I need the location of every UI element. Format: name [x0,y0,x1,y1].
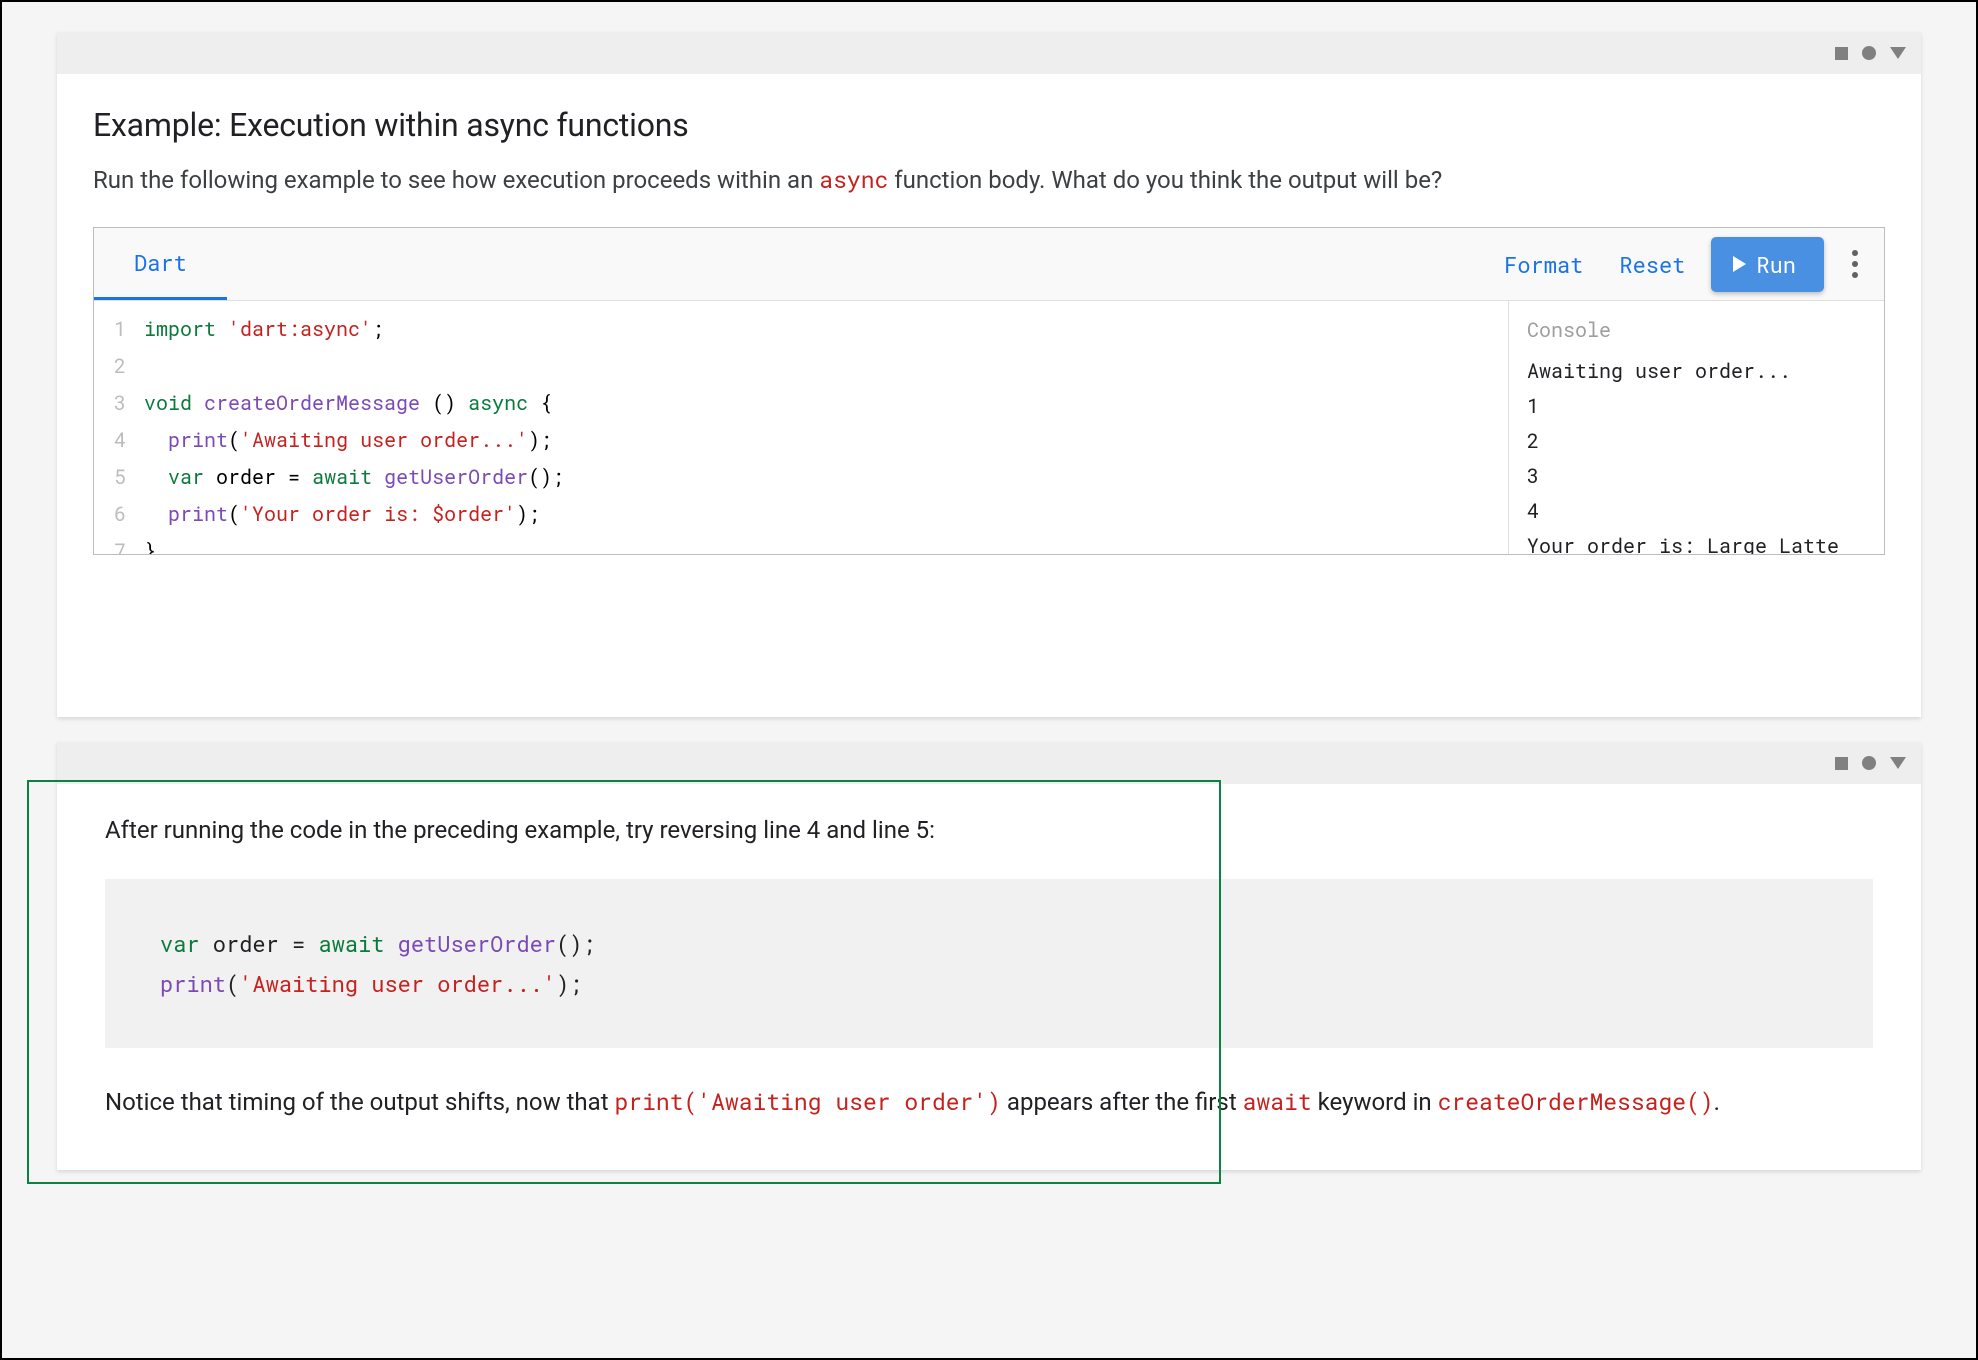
format-button[interactable]: Format [1486,238,1601,291]
console-line: 2 [1527,424,1866,459]
line-gutter: 1 2 3 4 5 6 7 [94,311,136,554]
console-panel: Console Awaiting user order... 1 2 3 4 Y… [1509,301,1884,554]
more-menu-icon[interactable] [1846,244,1864,284]
dropdown-icon[interactable] [1890,47,1906,59]
code-lines: import 'dart:async'; void createOrderMes… [136,311,564,554]
record-icon[interactable] [1862,46,1876,60]
stop-icon[interactable] [1835,47,1848,60]
code-panel[interactable]: 1 2 3 4 5 6 7 import 'dart:async'; void … [94,301,1509,554]
console-line: Your order is: Large Latte [1527,529,1866,554]
await-inline-code: await [1243,1087,1312,1117]
stop-icon[interactable] [1835,757,1848,770]
console-line: 1 [1527,389,1866,424]
card-header-1 [57,32,1921,74]
editor-toolbar: Dart Format Reset Run [94,228,1884,301]
tab-dart[interactable]: Dart [94,228,227,300]
example-title: Example: Execution within async function… [93,106,1885,144]
console-line: Awaiting user order... [1527,354,1866,389]
example-card-1: Example: Execution within async function… [57,32,1921,717]
swapped-code-block: var order = await getUserOrder(); print(… [105,879,1873,1048]
card-header-2 [57,742,1921,784]
explanation-text: Notice that timing of the output shifts,… [105,1084,1873,1121]
console-label: Console [1527,313,1866,348]
example-description: Run the following example to see how exe… [93,162,1885,199]
dart-editor: Dart Format Reset Run 1 2 3 4 5 [93,227,1885,555]
instruction-text: After running the code in the preceding … [105,812,1873,849]
async-inline-code: async [819,165,888,195]
console-line: 3 [1527,459,1866,494]
function-inline-code: createOrderMessage() [1438,1087,1714,1117]
example-card-2: After running the code in the preceding … [57,742,1921,1170]
console-line: 4 [1527,494,1866,529]
run-button[interactable]: Run [1711,237,1824,292]
reset-button[interactable]: Reset [1601,238,1703,291]
record-icon[interactable] [1862,756,1876,770]
dropdown-icon[interactable] [1890,757,1906,769]
print-inline-code: print('Awaiting user order') [615,1087,1001,1117]
play-icon [1733,256,1746,272]
